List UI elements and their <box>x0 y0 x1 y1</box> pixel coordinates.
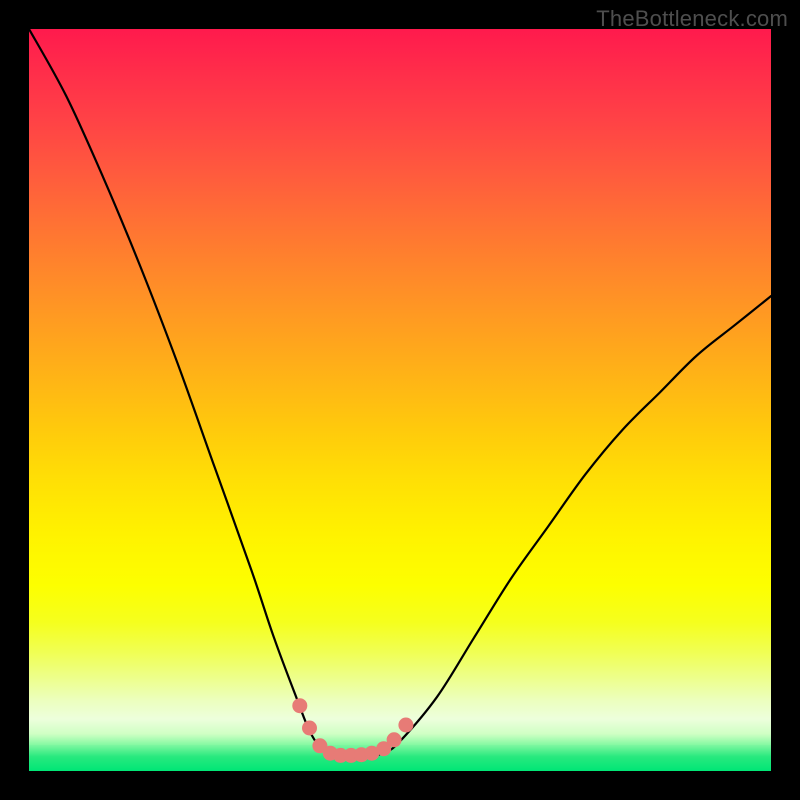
watermark-text: TheBottleneck.com <box>596 6 788 32</box>
bottleneck-curve <box>29 29 771 756</box>
highlight-marker <box>292 698 307 713</box>
highlight-markers <box>292 698 413 763</box>
highlight-marker <box>398 718 413 733</box>
highlight-marker <box>302 721 317 736</box>
plot-area <box>29 29 771 771</box>
highlight-marker <box>387 732 402 747</box>
bottleneck-curve-svg <box>29 29 771 771</box>
chart-frame: TheBottleneck.com <box>0 0 800 800</box>
